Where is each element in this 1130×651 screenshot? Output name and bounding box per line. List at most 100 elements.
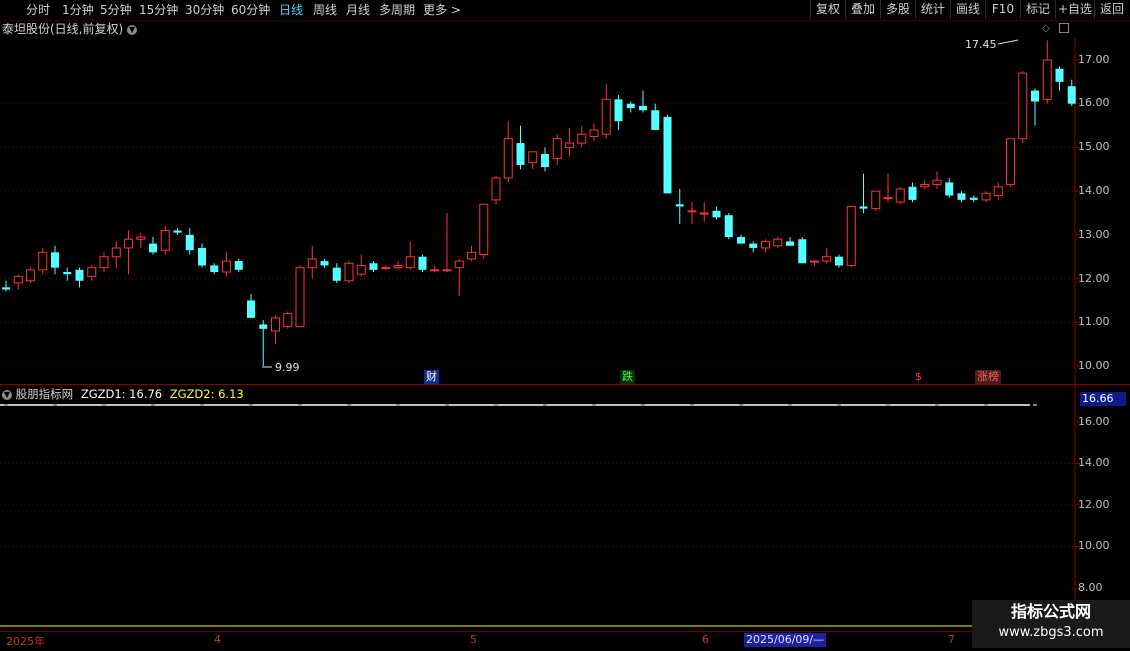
candle-body: [589, 129, 599, 137]
price-tick: 11.00: [1078, 315, 1110, 328]
brand-url: www.zbgs3.com: [998, 625, 1104, 640]
indicator-tick: 14.00: [1078, 456, 1110, 469]
candle-body: [957, 193, 966, 200]
date-year: 2025年: [6, 635, 45, 648]
candle-body: [491, 177, 501, 201]
candle-body: [675, 204, 684, 207]
price-tick: 12.00: [1078, 272, 1110, 285]
candle-body: [222, 260, 231, 273]
candle-body: [2, 287, 10, 290]
brand-name: 指标公式网: [1010, 602, 1091, 621]
candle-body: [405, 256, 415, 269]
candle-body: [99, 256, 109, 269]
candle-body: [149, 243, 157, 253]
candle-body: [38, 251, 48, 271]
indicator-tick: 16.00: [1078, 415, 1110, 428]
candle-body: [932, 179, 942, 186]
chevron-down-icon[interactable]: ▼: [2, 389, 12, 400]
price-tick: 14.00: [1078, 184, 1110, 197]
price-tick: 16.00: [1078, 96, 1110, 109]
date-month-4: 4: [214, 633, 221, 646]
candle-body: [1055, 68, 1064, 82]
candle-body: [234, 261, 243, 270]
candle-body: [247, 300, 255, 318]
price-tick: 17.00: [1078, 53, 1110, 66]
candle-body: [969, 197, 978, 200]
candle-body: [1067, 86, 1076, 104]
candle-body: [908, 186, 917, 200]
candle-body: [786, 241, 794, 246]
price-tick: 15.00: [1078, 140, 1110, 153]
candle-body: [651, 110, 660, 130]
signal-finance[interactable]: 财: [424, 370, 439, 384]
candle-body: [687, 210, 697, 213]
candle-body: [724, 215, 733, 238]
date-month-6: 6: [702, 633, 709, 646]
candle-body: [320, 261, 329, 266]
candle-body: [601, 98, 611, 135]
candle-body: [185, 234, 194, 251]
candle-body: [430, 269, 440, 272]
candle-body: [344, 262, 354, 282]
candle-body: [210, 265, 219, 273]
indicator-info: ▼ 股朋指标网 ZGZD1: 16.76 ZGZD2: 6.13: [2, 386, 244, 402]
candle-body: [614, 99, 623, 122]
candle-body: [761, 240, 770, 249]
high-price-label: 17.45: [965, 38, 997, 51]
candle-body: [503, 138, 513, 179]
candle-body: [63, 272, 72, 275]
candle-body: [283, 313, 293, 328]
candle-body: [307, 258, 317, 269]
candle-body: [883, 197, 893, 200]
candle-body: [541, 153, 549, 168]
signal-top-gainer[interactable]: 涨榜: [975, 370, 1001, 384]
signal-dollar[interactable]: $: [913, 370, 924, 384]
indicator-tick: 10.00: [1078, 539, 1110, 552]
high-pointer: [997, 39, 1019, 45]
candle-body: [1031, 90, 1039, 102]
candle-body: [393, 264, 403, 269]
candle-body: [418, 256, 427, 270]
candle-body: [577, 133, 587, 144]
candle-body: [639, 105, 647, 111]
selected-date: 2025/06/09/—: [744, 633, 827, 647]
candle-body: [51, 252, 59, 268]
candle-body: [198, 247, 206, 266]
candle-body: [1018, 72, 1028, 140]
candle-body: [87, 267, 97, 277]
candle-body: [124, 238, 133, 249]
price-tick: 10.00: [1078, 359, 1110, 372]
candle-body: [332, 267, 341, 281]
candle-body: [173, 230, 182, 233]
candle-body: [442, 269, 452, 272]
candle-body: [737, 237, 745, 244]
kline-chart[interactable]: [0, 0, 1130, 650]
indicator-tick: 12.00: [1078, 498, 1110, 511]
candle-body: [369, 263, 378, 270]
candle-body: [565, 142, 574, 148]
candle-body: [13, 275, 23, 284]
candle-body: [467, 251, 476, 260]
candle-body: [1042, 59, 1052, 100]
candle-body: [993, 186, 1003, 197]
candle-body: [895, 188, 905, 203]
indicator-name: 股朋指标网: [15, 387, 74, 401]
candle-body: [846, 205, 856, 266]
signal-drop[interactable]: 跌: [620, 370, 635, 384]
candle-body: [663, 116, 672, 194]
brand-watermark: 指标公式网 www.zbgs3.com: [972, 600, 1130, 648]
candle-body: [552, 138, 562, 159]
candle-body: [798, 239, 807, 264]
candle-body: [259, 324, 268, 329]
candle-body: [859, 206, 868, 209]
indicator-tick: 8.00: [1078, 581, 1103, 594]
candle-body: [712, 210, 721, 218]
candle-body: [871, 190, 881, 210]
candle-body: [160, 229, 170, 251]
zgzd1-value: ZGZD1: 16.76: [80, 387, 163, 401]
low-price-label: 9.99: [275, 361, 300, 374]
candle-body: [381, 267, 391, 270]
candle-body: [945, 182, 954, 196]
candle-body: [26, 269, 35, 282]
candle-body: [1006, 138, 1015, 186]
